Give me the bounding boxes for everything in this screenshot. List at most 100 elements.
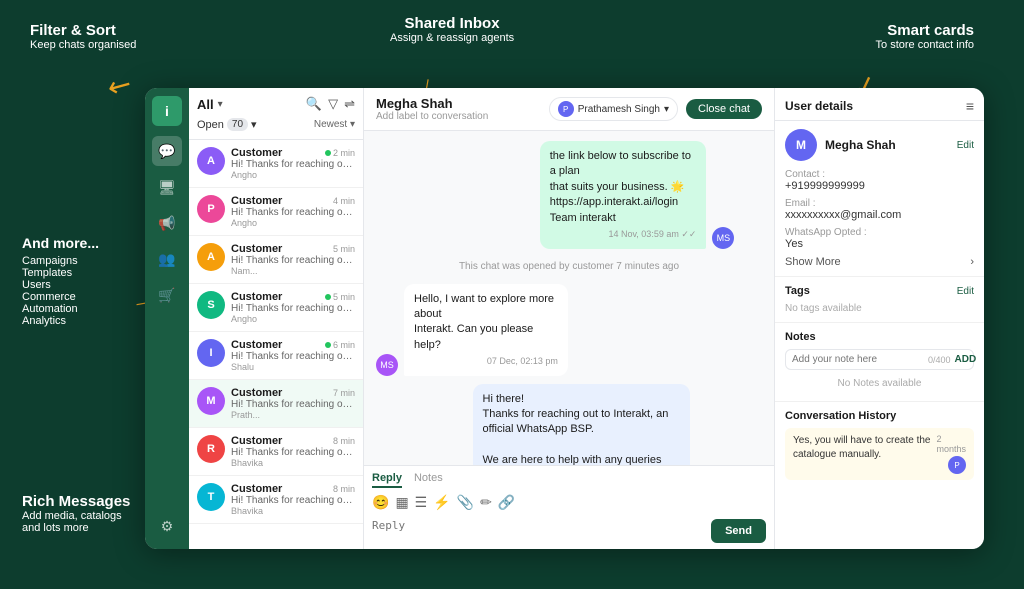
conv-name-7: Customer xyxy=(231,483,282,495)
conv-tag-3: Angho xyxy=(231,314,355,324)
sidebar-icon-screen[interactable]: 🖥 xyxy=(152,172,182,202)
lightning-icon[interactable]: ⚡ xyxy=(433,494,450,511)
whatsapp-label: WhatsApp Opted : xyxy=(785,227,974,238)
close-chat-button[interactable]: Close chat xyxy=(686,99,762,119)
sidebar-logo[interactable]: i xyxy=(152,96,182,126)
conv-name-4: Customer xyxy=(231,339,282,351)
sidebar-icon-users[interactable]: 👥 xyxy=(152,244,182,274)
open-label: Open xyxy=(197,119,224,131)
conv-preview-1: Hi! Thanks for reaching out... xyxy=(231,207,355,218)
whatsapp-row: WhatsApp Opted : Yes xyxy=(785,227,974,250)
notes-section-title: Notes xyxy=(785,331,816,343)
agent-avatar: P xyxy=(558,101,574,117)
panel-header: User details ≡ xyxy=(775,88,984,121)
notes-header: Notes xyxy=(785,331,974,343)
tags-edit-link[interactable]: Edit xyxy=(957,286,974,297)
notes-tab[interactable]: Notes xyxy=(414,472,443,488)
chat-add-label[interactable]: Add label to conversation xyxy=(376,111,488,122)
smart-cards-annotation: Smart cards To store contact info xyxy=(876,22,974,51)
filter-icon[interactable]: ▽ xyxy=(328,96,338,112)
conv-time-0: 2 min xyxy=(325,148,355,158)
reply-tabs: Reply Notes xyxy=(372,472,766,488)
msg-bubble-2: Hi there!Thanks for reaching out to Inte… xyxy=(473,384,690,465)
newest-label[interactable]: Newest ▾ xyxy=(314,119,355,130)
open-count: 70 xyxy=(227,118,248,131)
reply-input[interactable] xyxy=(372,515,703,543)
shared-inbox-annotation: Shared Inbox Assign & reassign agents xyxy=(390,15,514,44)
conv-time-2: 5 min xyxy=(333,244,355,254)
sidebar-icon-commerce[interactable]: 🛒 xyxy=(152,280,182,310)
messages-area: the link below to subscribe to a plantha… xyxy=(364,131,774,465)
all-chevron-icon: ▾ xyxy=(218,99,223,110)
shared-subtitle: Assign & reassign agents xyxy=(390,32,514,44)
user-info-section: M Megha Shah Edit Contact : +91999999999… xyxy=(775,121,984,277)
rich-title: Rich Messages xyxy=(22,493,130,510)
notes-input-row: 0/400 ADD xyxy=(785,349,974,370)
conv-header: All ▾ 🔍 ▽ ⇌ Open 70 ▾ Newest ▾ xyxy=(189,88,363,140)
all-label[interactable]: All xyxy=(197,97,214,112)
conv-item-4[interactable]: I Customer 6 min Hi! Thanks for reaching… xyxy=(189,332,363,380)
reply-toolbar: 😊 ▦ ☰ ⚡ 📎 ✏ 🔗 xyxy=(372,494,766,511)
conv-tag-5: Prath... xyxy=(231,410,355,420)
sidebar-icon-campaign[interactable]: 📢 xyxy=(152,208,182,238)
conv-preview-7: Hi! Thanks for reaching out... xyxy=(231,495,355,506)
conv-time-1: 4 min xyxy=(333,196,355,206)
conv-item-3[interactable]: S Customer 5 min Hi! Thanks for reaching… xyxy=(189,284,363,332)
user-name-row: M Megha Shah Edit xyxy=(785,129,974,161)
conv-tag-6: Bhavika xyxy=(231,458,355,468)
panel-settings-icon[interactable]: ≡ xyxy=(966,98,974,114)
agent-badge[interactable]: P Prathamesh Singh ▾ xyxy=(549,97,678,121)
conv-item-6[interactable]: R Customer 8 min Hi! Thanks for reaching… xyxy=(189,428,363,476)
send-button[interactable]: Send xyxy=(711,519,766,543)
sidebar-icon-chat[interactable]: 💬 xyxy=(152,136,182,166)
list-icon[interactable]: ☰ xyxy=(415,494,428,511)
show-more-button[interactable]: Show More › xyxy=(785,256,974,268)
tags-section-title: Tags xyxy=(785,285,810,297)
emoji-icon[interactable]: 😊 xyxy=(372,494,389,511)
history-item-0[interactable]: Yes, you will have to create the catalog… xyxy=(785,428,974,480)
right-panel: User details ≡ M Megha Shah Edit Contact… xyxy=(774,88,984,549)
filter-arrow: ↙ xyxy=(103,68,137,104)
conv-avatar-2: A xyxy=(197,243,225,271)
conv-tag-4: Shalu xyxy=(231,362,355,372)
grid-icon[interactable]: ▦ xyxy=(395,494,408,511)
open-chevron: ▾ xyxy=(251,118,257,131)
notes-count: 0/400 xyxy=(928,355,951,365)
smart-title: Smart cards xyxy=(876,22,974,39)
attachment-icon[interactable]: 📎 xyxy=(457,494,474,511)
reply-tab[interactable]: Reply xyxy=(372,472,402,488)
conv-item-7[interactable]: T Customer 8 min Hi! Thanks for reaching… xyxy=(189,476,363,524)
conv-name-0: Customer xyxy=(231,147,282,159)
msg-time-1: 07 Dec, 02:13 pm xyxy=(414,355,558,368)
sort-icon[interactable]: ⇌ xyxy=(344,96,355,112)
edit-icon[interactable]: ✏ xyxy=(480,494,492,511)
conv-item-1[interactable]: P Customer 4 min Hi! Thanks for reaching… xyxy=(189,188,363,236)
conv-time-5: 7 min xyxy=(333,388,355,398)
conv-tag-1: Angho xyxy=(231,218,355,228)
conv-tag-2: Nam... xyxy=(231,266,355,276)
chevron-right-icon: › xyxy=(970,256,974,268)
conv-name-5: Customer xyxy=(231,387,282,399)
conv-avatar-3: S xyxy=(197,291,225,319)
link-icon[interactable]: 🔗 xyxy=(498,494,515,511)
filter-subtitle: Keep chats organised xyxy=(30,39,136,51)
notes-input[interactable] xyxy=(792,354,924,365)
sidebar-icon-settings[interactable]: ⚙ xyxy=(152,511,182,541)
reply-input-row: Send xyxy=(372,515,766,543)
conv-item-0[interactable]: A Customer 2 min Hi! Thanks for reaching… xyxy=(189,140,363,188)
conv-preview-4: Hi! Thanks for reaching out... xyxy=(231,351,355,362)
no-notes-text: No Notes available xyxy=(785,374,974,393)
conv-avatar-7: T xyxy=(197,483,225,511)
conv-item-2[interactable]: A Customer 5 min Hi! Thanks for reaching… xyxy=(189,236,363,284)
user-edit-link[interactable]: Edit xyxy=(957,140,974,151)
notes-section: Notes 0/400 ADD No Notes available xyxy=(775,323,984,402)
filter-title: Filter & Sort xyxy=(30,22,136,39)
conv-time-6: 8 min xyxy=(333,436,355,446)
conv-item-5[interactable]: M Customer 7 min Hi! Thanks for reaching… xyxy=(189,380,363,428)
add-note-button[interactable]: ADD xyxy=(955,354,977,365)
open-badge[interactable]: Open 70 ▾ xyxy=(197,118,257,131)
rich-messages-annotation: Rich Messages Add media, catalogsand lot… xyxy=(22,493,130,534)
contact-row: Contact : +919999999999 xyxy=(785,169,974,192)
search-icon[interactable]: 🔍 xyxy=(306,96,322,112)
conv-name-3: Customer xyxy=(231,291,282,303)
